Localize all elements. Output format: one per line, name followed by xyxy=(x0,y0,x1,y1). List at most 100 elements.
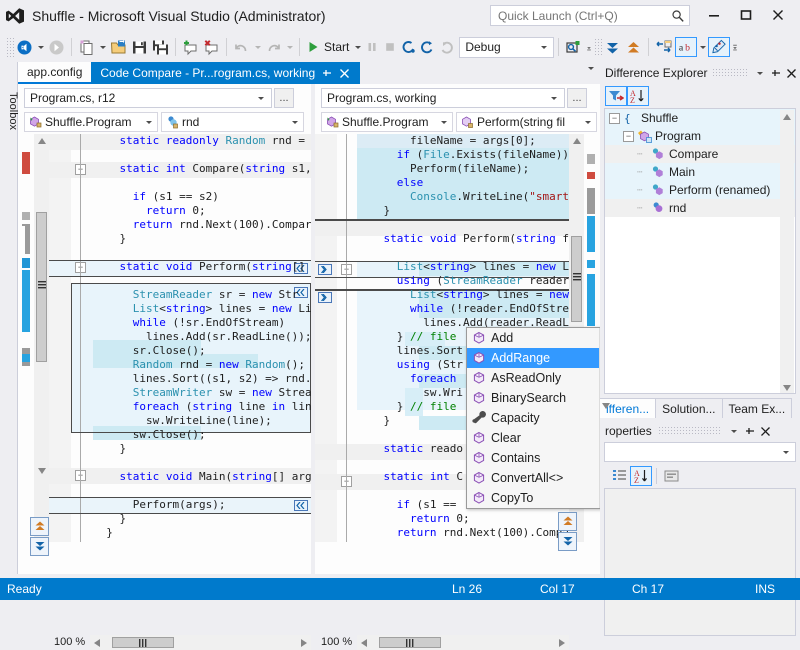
intellisense-item[interactable]: Contains xyxy=(467,448,612,468)
tree-expander[interactable]: − xyxy=(623,131,634,142)
right-member-combo[interactable]: Perform(string fil xyxy=(456,112,597,132)
left-vertical-scrollbar[interactable] xyxy=(34,134,49,542)
pin-icon[interactable] xyxy=(742,422,758,440)
start-button-label[interactable]: Start xyxy=(324,40,349,54)
tree-expander[interactable]: − xyxy=(609,113,620,124)
toolbar-grip[interactable] xyxy=(6,37,14,57)
close-icon[interactable] xyxy=(758,422,774,440)
chevron-down-icon[interactable] xyxy=(726,422,742,440)
undo-icon[interactable] xyxy=(231,35,252,59)
dots-grip-icon[interactable] xyxy=(658,426,722,436)
properties-object-combo[interactable] xyxy=(604,442,796,462)
find-in-window-icon[interactable] xyxy=(563,35,584,59)
left-horizontal-scrollbar[interactable] xyxy=(90,635,311,650)
right-expand-inline-diff-2[interactable] xyxy=(318,292,332,303)
solution-configuration-combo[interactable]: Debug xyxy=(459,37,554,58)
navigate-backward-dropdown[interactable] xyxy=(35,46,46,49)
new-file-icon[interactable] xyxy=(76,35,97,59)
right-browse-button[interactable]: ... xyxy=(567,88,587,108)
left-type-combo[interactable]: Shuffle.Program xyxy=(24,112,158,132)
difference-explorer-tree-item[interactable]: ┄rnd xyxy=(605,199,795,217)
maximize-button[interactable] xyxy=(732,4,760,26)
de-scroll-up-arrow[interactable] xyxy=(780,110,794,123)
whitespace-dropdown[interactable] xyxy=(697,46,708,49)
sort-az-icon[interactable]: AZ xyxy=(630,466,652,486)
intellisense-item[interactable]: CopyTo xyxy=(467,488,612,508)
next-difference-icon[interactable] xyxy=(602,35,623,59)
difference-explorer-tree-item[interactable]: −Program xyxy=(605,127,795,145)
right-prev-difference-button[interactable] xyxy=(558,512,577,531)
de-scroll-down-arrow[interactable] xyxy=(780,381,794,394)
tab-list-dropdown[interactable] xyxy=(588,70,600,84)
play-icon[interactable] xyxy=(304,35,322,59)
difference-explorer-tree-item[interactable]: −{ }Shuffle xyxy=(605,109,795,127)
properties-grid[interactable] xyxy=(604,488,796,636)
add-comment-icon[interactable] xyxy=(180,35,201,59)
chevron-down-icon[interactable] xyxy=(752,64,768,82)
sort-az-icon[interactable]: AZ xyxy=(627,86,649,106)
categorized-icon[interactable] xyxy=(608,466,630,486)
quick-launch-input[interactable] xyxy=(496,7,666,24)
redo-icon[interactable] xyxy=(263,35,284,59)
right-scroll-up-arrow[interactable] xyxy=(569,134,584,148)
dock-tab-solution-explorer[interactable]: Solution... xyxy=(656,398,722,418)
step-over-icon[interactable] xyxy=(418,35,437,59)
minimize-button[interactable] xyxy=(700,4,728,26)
navigate-forward-button[interactable] xyxy=(46,35,67,59)
left-browse-button[interactable]: ... xyxy=(274,88,294,108)
start-dropdown[interactable] xyxy=(352,46,363,49)
difference-explorer-tree-item[interactable]: ┄Compare xyxy=(605,145,795,163)
left-next-difference-button[interactable] xyxy=(30,537,49,556)
scroll-down-arrow[interactable] xyxy=(34,464,49,478)
open-folder-icon[interactable] xyxy=(108,35,129,59)
undo-dropdown[interactable] xyxy=(252,46,263,49)
filter-icon[interactable] xyxy=(605,86,627,106)
left-change-map[interactable] xyxy=(18,134,34,542)
left-file-combo[interactable]: Program.cs, r12 xyxy=(24,88,272,108)
intellisense-item[interactable]: Clear xyxy=(467,428,612,448)
intellisense-item[interactable]: Add xyxy=(467,328,612,348)
right-hscroll-thumb[interactable] xyxy=(379,637,441,648)
tab-code-compare[interactable]: Code Compare - Pr...rogram.cs, working xyxy=(91,62,360,84)
close-icon[interactable] xyxy=(784,64,800,82)
left-scroll-thumb[interactable] xyxy=(36,212,47,362)
pin-icon[interactable] xyxy=(768,64,784,82)
close-icon[interactable] xyxy=(337,65,351,81)
right-file-combo[interactable]: Program.cs, working xyxy=(321,88,565,108)
left-hscroll-thumb[interactable] xyxy=(112,637,174,648)
dock-tab-team-explorer[interactable]: Team Ex... xyxy=(723,398,793,418)
toolbox-tab[interactable]: Toolbox xyxy=(0,62,18,574)
ab-ignore-whitespace-icon[interactable]: ab xyxy=(675,37,697,57)
intellisense-item[interactable]: ConvertAll<> xyxy=(467,468,612,488)
toolbar-overflow-button[interactable] xyxy=(730,35,740,59)
intellisense-item[interactable]: AsReadOnly xyxy=(467,368,612,388)
hscroll-right-arrow[interactable] xyxy=(297,635,311,650)
left-member-combo[interactable]: rnd xyxy=(161,112,304,132)
right-next-difference-button[interactable] xyxy=(558,532,577,551)
tab-app-config[interactable]: app.config xyxy=(18,62,91,84)
hscroll-left-arrow[interactable] xyxy=(90,635,104,650)
left-code-surface[interactable]: − − − static readonly Random rnd = stati… xyxy=(18,134,311,556)
delete-comment-icon[interactable] xyxy=(201,35,222,59)
save-all-icon[interactable] xyxy=(150,35,171,59)
difference-explorer-tree[interactable]: −{ }Shuffle−Program┄Compare┄Main┄Perform… xyxy=(604,108,796,394)
intellisense-completion-list[interactable]: AddAddRangeAsReadOnlyBinarySearchCapacit… xyxy=(466,327,613,509)
compare-marks-icon[interactable] xyxy=(708,37,730,57)
dots-grip-icon[interactable] xyxy=(712,68,748,78)
property-pages-icon[interactable] xyxy=(661,466,683,486)
intellisense-item[interactable]: Capacity xyxy=(467,408,612,428)
intellisense-item[interactable]: AddRange xyxy=(467,348,612,368)
right-horizontal-scrollbar[interactable] xyxy=(357,635,569,650)
previous-difference-icon[interactable] xyxy=(623,35,644,59)
scroll-up-arrow[interactable] xyxy=(34,134,49,148)
dock-scroll-left-arrow[interactable] xyxy=(600,398,612,414)
difference-explorer-tree-item[interactable]: ┄Perform (renamed) xyxy=(605,181,795,199)
right-expand-inline-diff-1[interactable] xyxy=(318,264,332,275)
collapse-regions-button[interactable] xyxy=(584,35,594,59)
redo-dropdown[interactable] xyxy=(284,46,295,49)
difference-explorer-scrollbar[interactable] xyxy=(780,110,794,394)
pin-icon[interactable] xyxy=(319,65,333,81)
right-hscroll-left-arrow[interactable] xyxy=(357,635,371,650)
right-scroll-thumb[interactable] xyxy=(571,236,582,322)
quick-launch-box[interactable] xyxy=(490,5,690,26)
